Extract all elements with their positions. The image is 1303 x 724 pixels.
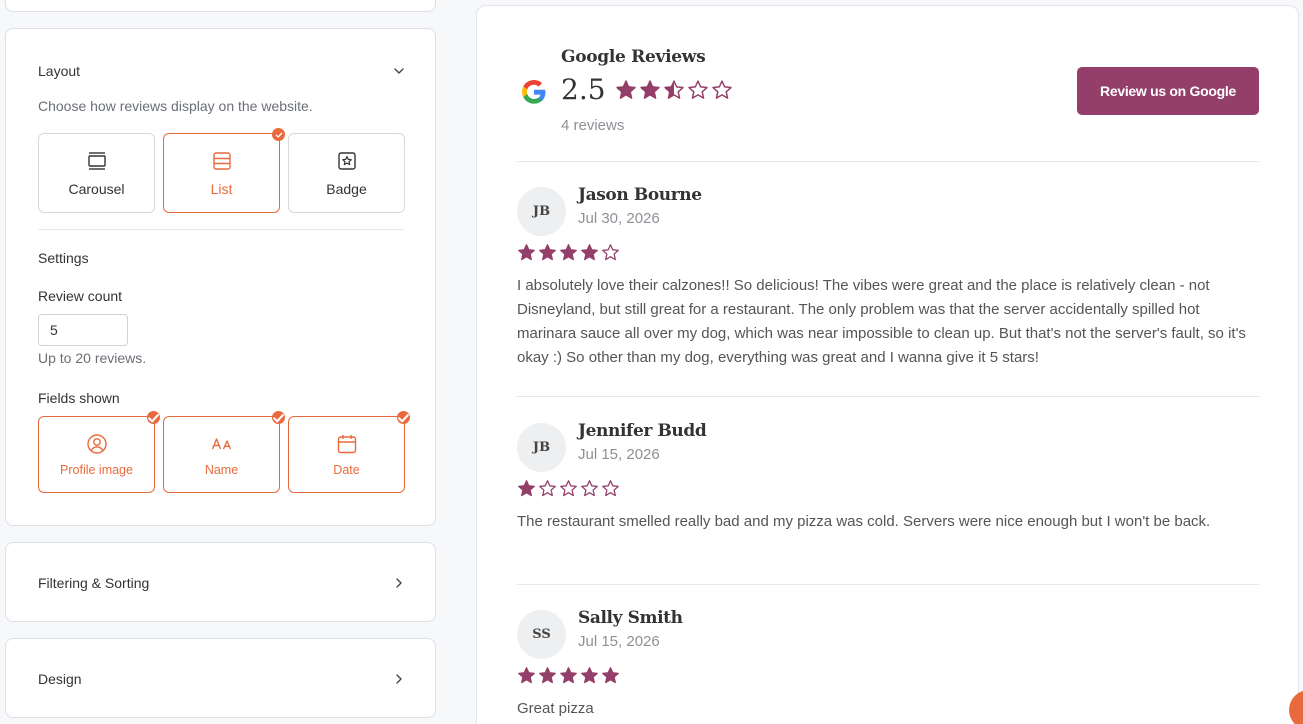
previous-section-card — [5, 0, 436, 12]
review-date: Jul 15, 2026 — [578, 633, 660, 650]
star-filled-icon — [539, 667, 556, 684]
field-option-label: Date — [333, 462, 360, 477]
list-icon — [212, 151, 231, 170]
reviewer-name: Jason Bourne — [578, 185, 702, 205]
check-icon — [397, 411, 410, 424]
widget-title: Google Reviews — [561, 47, 706, 67]
star-empty-icon — [602, 480, 619, 497]
star-empty-icon — [687, 79, 708, 99]
overall-star-rating — [615, 79, 733, 101]
overall-rating: 2.5 — [561, 73, 733, 106]
star-filled-icon — [539, 244, 556, 261]
font-icon — [211, 437, 231, 449]
avatar: JB — [517, 187, 566, 236]
google-logo-icon — [522, 80, 546, 104]
star-filled-icon — [581, 667, 598, 684]
star-empty-icon — [560, 480, 577, 497]
divider — [517, 161, 1259, 162]
carousel-icon — [87, 151, 106, 170]
review-count-hint: Up to 20 reviews. — [38, 350, 147, 366]
layout-description: Choose how reviews display on the websit… — [38, 98, 313, 114]
star-filled-icon — [518, 480, 535, 497]
divider — [517, 584, 1259, 585]
avatar: JB — [517, 423, 566, 472]
rating-score: 2.5 — [561, 73, 606, 106]
layout-option-badge[interactable]: Badge — [288, 133, 405, 213]
check-icon — [272, 411, 285, 424]
chevron-right-icon — [393, 673, 405, 685]
filtering-section-header[interactable]: Filtering & Sorting — [38, 573, 405, 593]
star-filled-icon — [560, 667, 577, 684]
review-star-rating — [517, 666, 620, 685]
layout-option-list[interactable]: List — [163, 128, 285, 213]
layout-option-carousel[interactable]: Carousel — [38, 133, 155, 213]
fields-shown-label: Fields shown — [38, 390, 120, 406]
layout-options: Carousel List Badge — [38, 128, 405, 213]
field-option-label: Profile image — [60, 462, 133, 477]
field-option-date[interactable]: Date — [288, 411, 410, 493]
field-option-profile-image[interactable]: Profile image — [38, 411, 160, 493]
review-date: Jul 15, 2026 — [578, 446, 660, 463]
field-option-label: Name — [204, 462, 239, 477]
user-circle-icon — [86, 433, 107, 454]
settings-title: Settings — [38, 250, 89, 266]
field-option-name[interactable]: Name — [163, 411, 285, 493]
review-text: The restaurant smelled really bad and my… — [517, 513, 1211, 530]
star-empty-icon — [711, 79, 732, 99]
fields-shown-options: Profile image Name Date — [38, 411, 410, 493]
review-text: Great pizza — [517, 700, 594, 717]
star-filled-icon — [518, 667, 535, 684]
star-empty-icon — [581, 480, 598, 497]
layout-section-title: Layout — [38, 63, 81, 79]
chevron-right-icon — [393, 577, 405, 589]
reviews-widget-preview: Google Reviews 2.5 4 reviews Review us o… — [476, 5, 1299, 724]
chevron-down-icon — [393, 65, 405, 77]
calendar-icon — [337, 434, 356, 453]
star-half-icon — [663, 79, 684, 99]
design-section: Design — [5, 638, 436, 718]
star-filled-icon — [602, 667, 619, 684]
review-count-input[interactable]: 5 — [38, 314, 128, 346]
settings-panel: Layout Choose how reviews display on the… — [0, 0, 452, 724]
star-empty-icon — [539, 480, 556, 497]
divider — [38, 229, 404, 230]
review-us-button[interactable]: Review us on Google — [1077, 67, 1259, 115]
star-filled-icon — [639, 79, 660, 99]
reviewer-name: Sally Smith — [578, 608, 683, 628]
design-section-title: Design — [38, 671, 82, 687]
design-section-header[interactable]: Design — [38, 669, 405, 689]
filtering-section: Filtering & Sorting — [5, 542, 436, 622]
filtering-section-title: Filtering & Sorting — [38, 575, 150, 591]
check-icon — [272, 128, 285, 141]
layout-section-header[interactable]: Layout — [38, 61, 405, 81]
avatar: SS — [517, 610, 566, 659]
layout-option-label: Badge — [326, 180, 367, 197]
layout-section: Layout Choose how reviews display on the… — [5, 28, 436, 526]
review-count: 4 reviews — [561, 117, 625, 134]
review-count-label: Review count — [38, 288, 123, 304]
review-date: Jul 30, 2026 — [578, 210, 660, 227]
layout-option-label: Carousel — [68, 180, 125, 197]
star-filled-icon — [560, 244, 577, 261]
review-star-rating — [517, 479, 620, 498]
review-text: I absolutely love their calzones!! So de… — [517, 277, 1246, 366]
star-filled-icon — [518, 244, 535, 261]
reviewer-name: Jennifer Budd — [578, 421, 707, 441]
review-star-rating — [517, 243, 620, 262]
star-filled-icon — [581, 244, 598, 261]
badge-star-icon — [337, 151, 356, 170]
divider — [517, 396, 1259, 397]
layout-option-label: List — [210, 180, 233, 197]
check-icon — [147, 411, 160, 424]
star-filled-icon — [615, 79, 636, 99]
star-empty-icon — [602, 244, 619, 261]
